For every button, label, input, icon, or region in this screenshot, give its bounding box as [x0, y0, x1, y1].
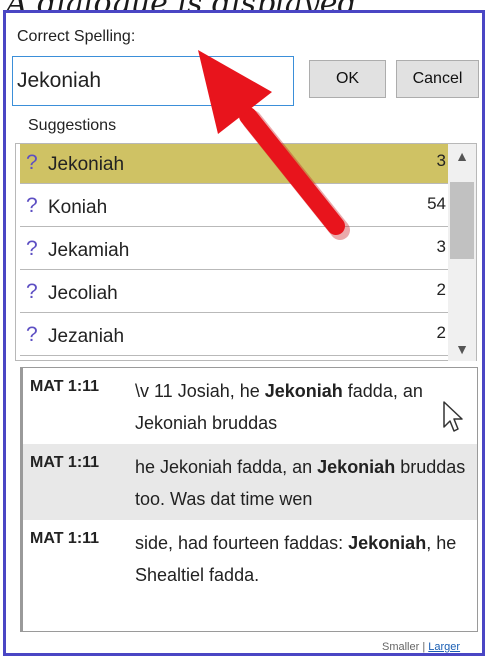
reference-fragment: he Jekoniah fadda, an	[135, 457, 318, 477]
correct-spelling-label: Correct Spelling:	[17, 28, 136, 45]
suggestion-word: Jecoliah	[48, 283, 118, 304]
suggestion-count: 3	[436, 151, 446, 170]
reference-row[interactable]: MAT 1:11 \v 11 Josiah, he Jekoniah fadda,…	[23, 368, 477, 444]
question-mark-icon: ?	[26, 323, 38, 346]
suggestions-scrollbar[interactable]: ▲ ▼	[448, 144, 476, 361]
question-mark-icon: ?	[26, 280, 38, 303]
suggestion-row[interactable]: ? Jezaniah 2	[20, 316, 448, 356]
reference-text: side, had fourteen faddas: Jekoniah, he …	[135, 527, 473, 591]
question-mark-icon: ?	[26, 194, 38, 217]
suggestion-word: Jekoniah	[48, 154, 125, 175]
reference-label: MAT 1:11	[30, 530, 100, 547]
reference-label: MAT 1:11	[30, 454, 100, 471]
suggestion-count: 2	[436, 323, 446, 342]
text-size-links: Smaller | Larger	[382, 641, 460, 653]
suggestion-word: Jezaniah	[48, 326, 125, 347]
screenshot-root: A dialogue is displayed Correct Spelling…	[0, 0, 489, 660]
mouse-cursor-icon	[443, 401, 463, 432]
highlighted-word: Jekoniah	[348, 533, 427, 553]
reference-fragment: side, had fourteen faddas:	[135, 533, 349, 553]
reference-label: MAT 1:11	[30, 378, 100, 395]
reference-fragment: \v 11 Josiah, he	[135, 381, 265, 401]
reference-row[interactable]: MAT 1:11 side, had fourteen faddas: Jekon…	[23, 520, 477, 596]
reference-text: he Jekoniah fadda, an Jekoniah bruddas t…	[135, 451, 473, 515]
reference-text: \v 11 Josiah, he Jekoniah fadda, an Jeko…	[135, 375, 473, 439]
larger-link[interactable]: Larger	[428, 641, 460, 653]
suggestion-count: 2	[436, 280, 446, 299]
annotation-arrow-icon	[198, 50, 350, 240]
suggestion-word: Jekamiah	[48, 240, 130, 261]
question-mark-icon: ?	[26, 151, 38, 174]
question-mark-icon: ?	[26, 237, 38, 260]
scroll-down-icon[interactable]: ▼	[448, 337, 476, 361]
suggestion-count: 54	[427, 194, 446, 213]
link-separator: |	[422, 641, 426, 653]
suggestion-word: Koniah	[48, 197, 108, 218]
smaller-link[interactable]: Smaller	[382, 641, 419, 653]
suggestions-title: Suggestions	[23, 117, 122, 135]
references-list[interactable]: MAT 1:11 \v 11 Josiah, he Jekoniah fadda,…	[20, 367, 478, 632]
suggestion-count: 3	[436, 237, 446, 256]
suggestion-row[interactable]: ? Jecoliah 2	[20, 273, 448, 313]
cancel-button[interactable]: Cancel	[396, 60, 479, 98]
scroll-thumb[interactable]	[450, 182, 474, 259]
reference-row[interactable]: MAT 1:11 he Jekoniah fadda, an Jekoniah b…	[23, 444, 477, 520]
scroll-up-icon[interactable]: ▲	[448, 144, 476, 168]
highlighted-word: Jekoniah	[317, 457, 396, 477]
highlighted-word: Jekoniah	[264, 381, 343, 401]
